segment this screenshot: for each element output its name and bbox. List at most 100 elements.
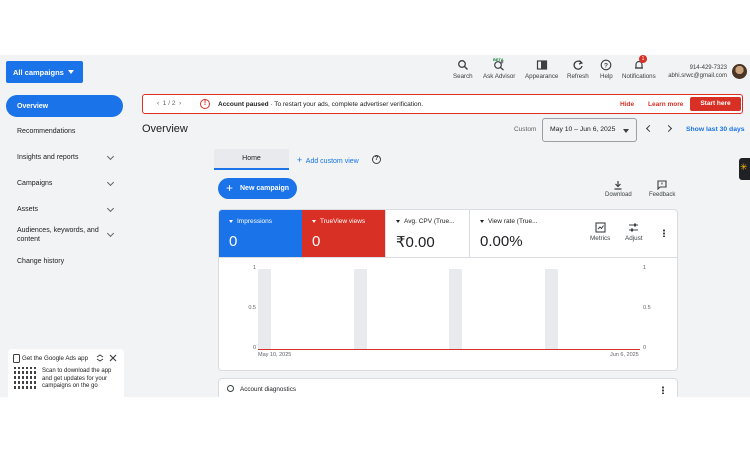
campaign-scope-selector[interactable]: All campaigns: [6, 61, 83, 83]
metric-trueview-views[interactable]: TrueView views 0: [302, 210, 385, 257]
feedback-icon: [657, 180, 667, 190]
alert-start-button[interactable]: Start here: [690, 97, 741, 111]
series-line-1: [258, 349, 640, 351]
next-period-icon[interactable]: [664, 124, 673, 133]
top-header: All campaigns Search BETA Ask Advisor Ap…: [0, 55, 750, 91]
metric-impressions[interactable]: Impressions 0: [219, 210, 302, 257]
app-download-card: Get the Google Ads app Scan to download …: [8, 349, 124, 397]
y-tick-left: 1: [252, 265, 256, 271]
close-icon[interactable]: [109, 354, 117, 362]
weekend-band: [258, 269, 271, 349]
help-icon[interactable]: ?: [372, 155, 381, 164]
performance-chart: 1 0.5 0 1 0.5 0 May 10, 2025 Jun 6, 2025: [219, 257, 677, 370]
download-label: Download: [605, 192, 632, 198]
account-email: abhi.srwc@gmail.com: [668, 73, 727, 79]
more-options-icon[interactable]: [663, 229, 665, 237]
alert-hide-button[interactable]: Hide: [620, 101, 634, 108]
sidebar-item-campaigns[interactable]: Campaigns: [17, 178, 115, 188]
y-tick-left: 0.5: [248, 305, 256, 311]
x-tick-label: May 10, 2025: [258, 352, 292, 358]
metrics-icon: [595, 222, 606, 233]
search-icon: [457, 60, 468, 70]
account-paused-alert: ‹ 1 / 2 › ! Account paused · To restart …: [142, 94, 743, 114]
notification-count-badge: 1: [639, 55, 647, 63]
google-ads-app: All campaigns Search BETA Ask Advisor Ap…: [0, 55, 750, 397]
refresh-label: Refresh: [567, 73, 589, 80]
account-diagnostics-card[interactable]: Account diagnostics: [218, 378, 678, 397]
alert-title: Account paused: [218, 100, 269, 108]
metric-view-rate[interactable]: View rate (True... 0.00%: [469, 210, 552, 257]
metrics-button[interactable]: Metrics: [590, 222, 610, 242]
phone-icon: [13, 354, 20, 363]
download-button[interactable]: Download: [605, 180, 632, 198]
add-custom-view-label: Add custom view: [305, 158, 359, 165]
sidebar-item-label: Recommendations: [17, 128, 76, 135]
metric-label: TrueView views: [312, 218, 385, 225]
sidebar-item-change-history[interactable]: Change history: [17, 257, 113, 266]
help-tool[interactable]: ? Help: [600, 59, 613, 87]
sidebar-item-label: Insights and reports: [17, 154, 79, 161]
sidebar-item-audiences[interactable]: Audiences, keywords, and content: [17, 226, 115, 244]
feedback-label: Feedback: [649, 192, 676, 198]
weekend-band: [544, 269, 558, 349]
sidebar-item-label: Campaigns: [17, 180, 53, 187]
collapse-icon[interactable]: [96, 354, 104, 362]
chevron-down-icon: [106, 204, 115, 213]
alert-text: · To restart your ads, complete advertis…: [268, 100, 424, 108]
add-custom-view-button[interactable]: + Add custom view: [297, 155, 359, 165]
qr-code: [14, 367, 38, 391]
refresh-tool[interactable]: Refresh: [567, 59, 589, 87]
metric-label: Avg. CPV (True...: [396, 218, 468, 225]
download-icon: [614, 181, 622, 190]
sidebar-nav: Overview Recommendations Insights and re…: [0, 91, 130, 397]
y-tick-right: 0: [643, 345, 647, 351]
caret-down-icon: [68, 70, 74, 74]
svg-text:?: ?: [604, 62, 608, 69]
appearance-label: Appearance: [525, 73, 559, 80]
metric-value: 0: [312, 233, 321, 250]
sidebar-item-label: Assets: [17, 206, 39, 213]
notifications-label: Notifications: [622, 73, 656, 80]
show-last-30-days-link[interactable]: Show last 30 days: [686, 126, 745, 133]
notifications-tool[interactable]: 1 Notifications: [622, 55, 656, 87]
previous-period-icon[interactable]: [645, 124, 654, 133]
alert-pager[interactable]: ‹ 1 / 2 ›: [157, 100, 181, 107]
weekend-band: [449, 269, 462, 349]
account-info[interactable]: 914-429-7323 abhi.srwc@gmail.com: [667, 64, 727, 80]
tab-home[interactable]: Home: [214, 149, 289, 170]
page-title: Overview: [142, 123, 188, 135]
adjust-button[interactable]: Adjust: [625, 222, 643, 242]
feedback-button[interactable]: Feedback: [649, 180, 675, 198]
sidebar-item-overview[interactable]: Overview: [6, 95, 123, 117]
search-tool[interactable]: Search: [453, 59, 473, 87]
alert-message: Account paused · To restart your ads, co…: [218, 101, 423, 108]
metric-avg-cpv[interactable]: Avg. CPV (True... ₹0.00: [385, 210, 468, 257]
appearance-tool[interactable]: Appearance: [525, 59, 558, 87]
y-tick-right: 0.5: [643, 305, 651, 311]
date-range-value: May 10 – Jun 6, 2025: [550, 126, 616, 133]
alert-pager-text: 1 / 2: [162, 100, 176, 107]
avatar[interactable]: [732, 64, 747, 79]
y-tick-left: 0: [252, 345, 256, 351]
sidebar-item-recommendations[interactable]: Recommendations: [17, 127, 113, 136]
sidebar-item-label: Audiences, keywords, and content: [17, 227, 99, 243]
more-options-icon[interactable]: [662, 386, 664, 394]
new-campaign-button[interactable]: + New campaign: [218, 178, 297, 199]
refresh-icon: [573, 60, 583, 70]
chevron-down-icon: [106, 229, 115, 238]
sidebar-item-label: Change history: [17, 258, 65, 265]
sidebar-item-assets[interactable]: Assets: [17, 204, 115, 214]
alert-learn-more-link[interactable]: Learn more: [648, 101, 683, 108]
sidebar-item-insights[interactable]: Insights and reports: [17, 152, 115, 162]
metric-label: Impressions: [229, 218, 302, 225]
plus-icon: +: [226, 181, 234, 195]
diagnostics-search-icon: [227, 385, 234, 392]
ask-advisor-tool[interactable]: BETA Ask Advisor: [483, 57, 515, 87]
date-range-selector[interactable]: May 10 – Jun 6, 2025: [542, 118, 637, 142]
side-assistant-widget[interactable]: [739, 158, 750, 180]
help-icon: ?: [601, 59, 612, 71]
diagnostics-title: Account diagnostics: [240, 386, 297, 393]
new-campaign-label: New campaign: [240, 185, 290, 192]
caret-down-icon: [623, 129, 629, 133]
metric-value: 0: [229, 233, 238, 250]
